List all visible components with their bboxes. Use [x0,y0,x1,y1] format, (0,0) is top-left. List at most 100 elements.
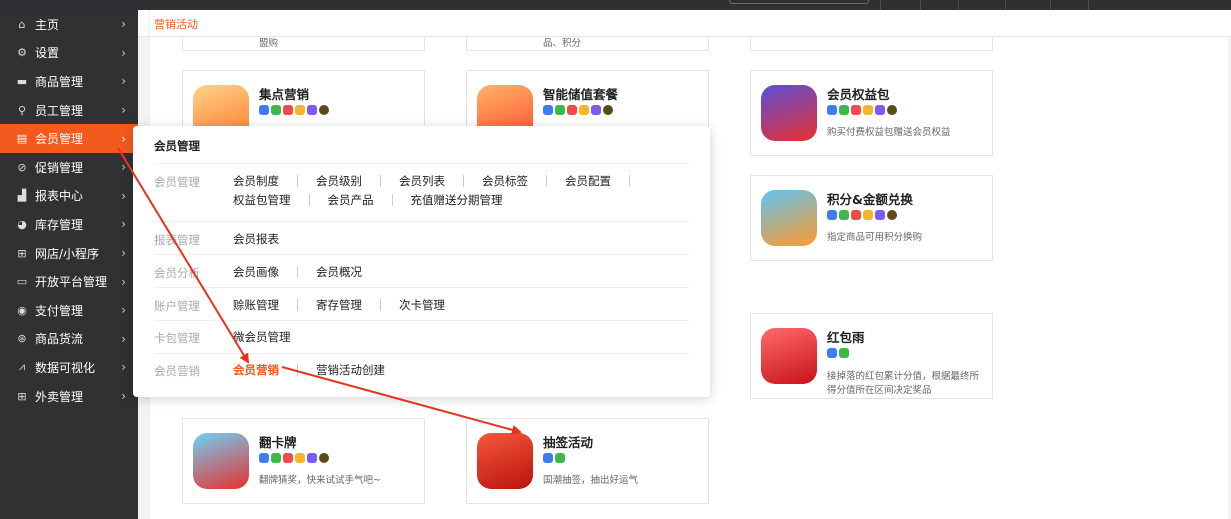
card-title: 红包雨 [827,330,865,345]
link-member-report[interactable]: 会员报表 [233,233,297,245]
link-member-portrait[interactable]: 会员画像 [233,266,298,278]
sidebar-item-label: 数据可视化 [35,360,96,375]
sidebar-item-label: 促销管理 [35,160,84,175]
home-icon: ⌂ [18,17,26,31]
link-wechat-member[interactable]: 微会员管理 [233,331,309,343]
channel-tags [259,453,329,463]
sidebar-item-label: 商品管理 [35,74,84,89]
activity-card-hongbao[interactable]: 红包雨 接掉落的红包累计分值，根据最终所 得分值所在区间决定奖品 [750,313,993,399]
chevron-right-icon: › [121,74,126,89]
link-member-system[interactable]: 会员制度 [233,175,298,187]
submenu-row-card-pack: 卡包管理 微会员管理 [154,320,689,353]
sidebar-item-goods-flow[interactable]: ⊛ 商品货流 › [0,325,138,354]
link-recharge-installment[interactable]: 充值赠送分期管理 [411,194,521,206]
sidebar-item-products[interactable]: ▬ 商品管理 › [0,67,138,96]
sidebar-item-staff[interactable]: ⚲ 员工管理 › [0,96,138,125]
sidebar-item-takeout[interactable]: ⊞ 外卖管理 › [0,382,138,411]
card-desc: 购买付费权益包赠送会员权益 [827,127,951,138]
pos-icon [543,105,553,115]
submenu-category: 会员分析 [154,266,200,280]
sidebar-item-members[interactable]: ▤ 会员管理 › [0,124,138,153]
activity-card-jifen[interactable]: 积分&金额兑换 指定商品可用积分换购 [750,175,993,261]
link-member-product[interactable]: 会员产品 [328,194,393,206]
mobile-icon [307,105,317,115]
sidebar-item-data-viz[interactable]: ⩘ 数据可视化 › [0,353,138,382]
sidebar-item-payment[interactable]: ◉ 支付管理 › [0,296,138,325]
gear-icon: ⚙ [17,46,27,60]
link-count-card-management[interactable]: 次卡管理 [399,299,463,311]
submenu-category: 会员营销 [154,364,200,378]
inventory-icon: ◕ [17,217,27,231]
link-member-list[interactable]: 会员列表 [399,175,464,187]
miniapp-icon [271,105,281,115]
sidebar: ⌂ 主页 › ⚙ 设置 › ▬ 商品管理 › ⚲ 员工管理 › ▤ 会员管理 › ⊘ 促销管理 › ▟ 报… [0,10,138,519]
submenu-category: 会员管理 [154,175,200,189]
sidebar-item-label: 外卖管理 [35,389,84,404]
activity-card-partial[interactable]: 品、积分 [466,37,709,51]
activity-card-quanyi[interactable]: 会员权益包 购买付费权益包赠送会员权益 [750,70,993,156]
chevron-right-icon: › [121,331,126,346]
link-member-overview[interactable]: 会员概况 [316,266,380,278]
top-bar-divider [1088,0,1089,10]
activity-card-partial[interactable]: 盟购 [182,37,425,51]
submenu-row-accounts: 账户管理 赊账管理 寄存管理 次卡管理 [154,287,689,320]
sidebar-item-shop[interactable]: ⊞ 网店/小程序 › [0,239,138,268]
sidebar-item-label: 网店/小程序 [35,246,100,261]
app-icon [851,210,861,220]
card-title: 翻卡牌 [259,435,297,450]
sidebar-item-promotion[interactable]: ⊘ 促销管理 › [0,153,138,182]
link-credit-management[interactable]: 赊账管理 [233,299,298,311]
activity-card-fanka[interactable]: 翻卡牌 翻牌猜奖，快来试试手气吧~ [182,418,425,504]
mobile-icon [875,105,885,115]
sidebar-item-label: 报表中心 [35,189,84,204]
chevron-right-icon: › [121,17,126,32]
link-member-config[interactable]: 会员配置 [565,175,630,187]
submenu-row-analysis: 会员分析 会员画像 会员概况 [154,254,689,287]
sidebar-item-label: 主页 [35,17,60,32]
staff-icon: ⚲ [17,103,27,117]
link-member-level[interactable]: 会员级别 [316,175,381,187]
coin-icon [863,210,873,220]
top-bar-divider [920,0,921,10]
sidebar-item-reports[interactable]: ▟ 报表中心 › [0,182,138,211]
chevron-right-icon: › [121,103,126,118]
top-bar [0,0,1231,10]
channel-tags [543,453,565,463]
flip-card-icon [193,433,249,489]
sidebar-item-label: 支付管理 [35,303,84,318]
top-bar-divider [958,0,959,10]
sidebar-item-home[interactable]: ⌂ 主页 › [0,10,138,39]
activity-card-partial[interactable] [750,37,993,51]
link-member-marketing[interactable]: 会员营销 [233,364,298,376]
content-header: 营销活动 [138,10,1231,37]
chevron-right-icon: › [121,131,126,146]
takeout-icon: ⊞ [17,389,27,403]
mobile-icon [875,210,885,220]
sidebar-item-label: 设置 [35,46,60,61]
promotion-icon: ⊘ [17,160,27,174]
chevron-right-icon: › [121,303,126,318]
card-title: 积分&金额兑换 [827,192,913,207]
link-member-tags[interactable]: 会员标签 [482,175,547,187]
link-benefit-pack[interactable]: 权益包管理 [233,194,310,206]
activity-card-chouqian[interactable]: 抽签活动 国潮抽签，抽出好运气 [466,418,709,504]
card-desc: 得分值所在区间决定奖品 [827,385,932,396]
link-deposit-management[interactable]: 寄存管理 [316,299,381,311]
pos-icon [259,105,269,115]
meituan-icon [319,453,329,463]
sidebar-item-open-platform[interactable]: ▭ 开放平台管理 › [0,267,138,296]
top-search-pill[interactable] [729,0,869,4]
link-create-campaign[interactable]: 营销活动创建 [316,364,403,376]
breadcrumb[interactable]: 营销活动 [154,16,198,32]
vip-ticket-icon [761,85,817,141]
top-bar-divider [1050,0,1051,10]
sidebar-item-settings[interactable]: ⚙ 设置 › [0,39,138,68]
member-submenu: 会员管理 会员管理 会员制度 会员级别 会员列表 会员标签 会员配置 权益包管理… [133,126,710,397]
app-icon [567,105,577,115]
sidebar-item-inventory[interactable]: ◕ 库存管理 › [0,210,138,239]
meituan-icon [887,210,897,220]
submenu-category: 账户管理 [154,299,200,313]
submenu-title: 会员管理 [154,139,200,153]
submenu-category: 卡包管理 [154,331,200,345]
gift-exchange-icon [761,190,817,246]
